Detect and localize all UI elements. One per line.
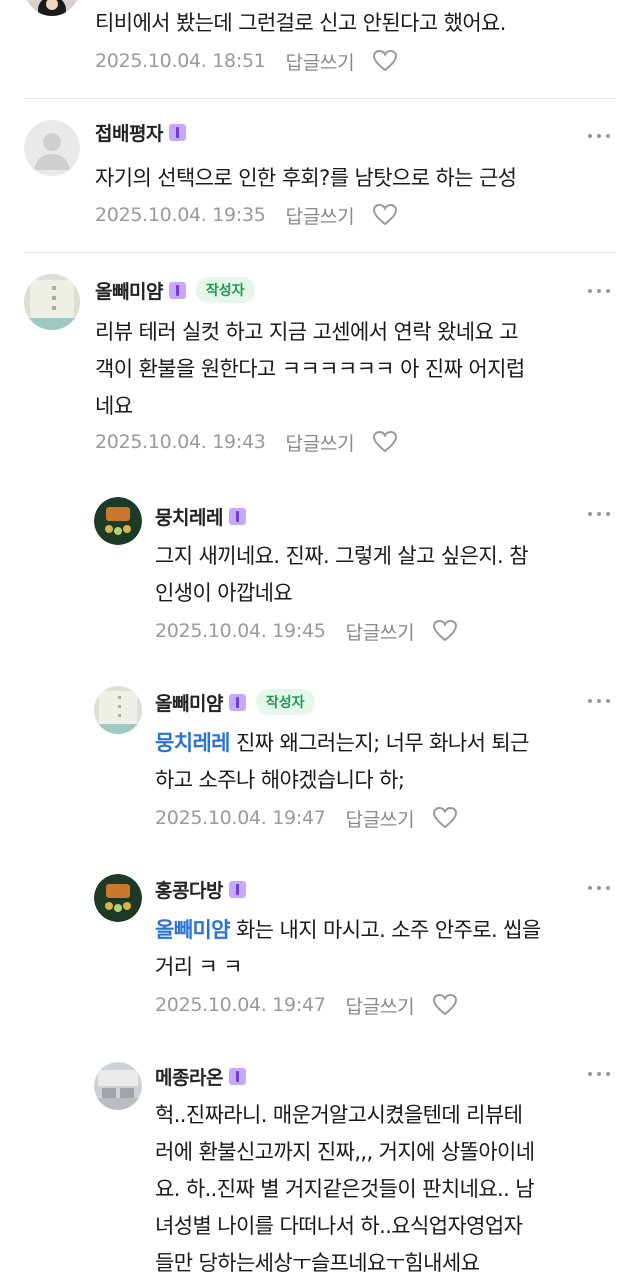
- heart-icon[interactable]: [372, 203, 398, 227]
- text-line: 네요: [95, 394, 133, 418]
- level-badge-icon: [228, 507, 246, 525]
- reply-button[interactable]: 답글쓰기: [346, 805, 415, 832]
- comment-header: 메종라온: [155, 1062, 246, 1090]
- comment-meta: 2025.10.04. 19:45 답글쓰기: [155, 616, 458, 646]
- comment-date: 2025.10.04. 18:51: [95, 50, 266, 72]
- nickname[interactable]: 올빼미얌: [95, 277, 163, 304]
- heart-icon[interactable]: [432, 619, 458, 643]
- comment-text: 리뷰 테러 실컷 하고 지금 고센에서 연락 왔네요 고 객이 환불을 원한다고…: [95, 314, 620, 425]
- reply-button[interactable]: 답글쓰기: [346, 618, 415, 645]
- level-badge-icon: [168, 281, 186, 299]
- comment-text: 헉..진짜라니. 매운거알고시켰을텐데 리뷰테 러에 환불신고까지 진짜,,, …: [155, 1097, 625, 1280]
- text-line: 요. 하..진짜 별 거지같은것들이 판치네요.. 남: [155, 1177, 535, 1201]
- heart-icon[interactable]: [372, 49, 398, 73]
- nickname[interactable]: 올빼미얌: [155, 689, 223, 716]
- text-line: 러에 환불신고까지 진짜,,, 거지에 상똘아이네: [155, 1140, 535, 1164]
- avatar[interactable]: [24, 274, 80, 330]
- avatar[interactable]: [24, 120, 80, 176]
- comment-text: 자기의 선택으로 인한 후회?를 남탓으로 하는 근성: [95, 166, 517, 190]
- avatar[interactable]: [94, 1062, 142, 1110]
- text-line: 녀성별 나이를 다떠나서 하..요식업자영업자: [155, 1214, 523, 1238]
- reply-button[interactable]: 답글쓰기: [286, 48, 355, 75]
- more-options-icon[interactable]: [588, 699, 610, 705]
- comment-date: 2025.10.04. 19:45: [155, 620, 326, 642]
- heart-icon[interactable]: [372, 430, 398, 454]
- comment-header: 뭉치레레: [155, 502, 246, 530]
- comment-date: 2025.10.04. 19:43: [95, 431, 266, 453]
- text-line: 들만 당하는세상ㅜ슬프네요ㅜ힘내세요: [155, 1251, 480, 1275]
- avatar[interactable]: [94, 686, 142, 734]
- comment-text: 티비에서 봤는데 그런걸로 신고 안된다고 했어요.: [95, 11, 506, 35]
- comment-meta: 2025.10.04. 18:51 답글쓰기: [95, 46, 398, 76]
- level-badge-icon: [168, 123, 186, 141]
- text-line: 하고 소주나 해야겠습니다 하;: [155, 768, 405, 792]
- heart-icon[interactable]: [432, 806, 458, 830]
- text-line: 진짜 왜그러는지; 너무 화나서 퇴근: [229, 731, 529, 755]
- level-badge-icon: [228, 1067, 246, 1085]
- more-options-icon[interactable]: [588, 289, 610, 295]
- comment-meta: 2025.10.04. 19:35 답글쓰기: [95, 200, 398, 230]
- comment-text: 올빼미얌 화는 내지 마시고. 소주 안주로. 씹을 거리 ㅋ ㅋ: [155, 912, 620, 986]
- comment-meta: 2025.10.04. 19:47 답글쓰기: [155, 803, 458, 833]
- avatar[interactable]: [94, 497, 142, 545]
- avatar[interactable]: [24, 0, 80, 16]
- comment-date: 2025.10.04. 19:47: [155, 994, 326, 1016]
- comment-date: 2025.10.04. 19:47: [155, 807, 326, 829]
- divider: [24, 252, 616, 253]
- comment-text: 그지 새끼네요. 진짜. 그렇게 살고 싶은지. 참 인생이 아깝네요: [155, 538, 620, 612]
- comment-header: 접배평자: [95, 118, 186, 146]
- comment-date: 2025.10.04. 19:35: [95, 204, 266, 226]
- nickname[interactable]: 뭉치레레: [155, 503, 223, 530]
- comment-text: 뭉치레레 진짜 왜그러는지; 너무 화나서 퇴근 하고 소주나 해야겠습니다 하…: [155, 725, 620, 799]
- text-line: 인생이 아깝네요: [155, 581, 293, 605]
- comment-meta: 2025.10.04. 19:47 답글쓰기: [155, 990, 458, 1020]
- author-badge: 작성자: [195, 277, 255, 303]
- text-line: 객이 환불을 원한다고 ㅋㅋㅋㅋㅋㅋ 아 진짜 어지럽: [95, 357, 525, 381]
- more-options-icon[interactable]: [588, 886, 610, 892]
- nickname[interactable]: 메종라온: [155, 1063, 223, 1090]
- avatar[interactable]: [94, 874, 142, 922]
- more-options-icon[interactable]: [588, 512, 610, 518]
- comment-meta: 2025.10.04. 19:43 답글쓰기: [95, 427, 398, 457]
- more-options-icon[interactable]: [588, 134, 610, 140]
- reply-button[interactable]: 답글쓰기: [346, 992, 415, 1019]
- comment-header: 올빼미얌 작성자: [95, 276, 255, 304]
- level-badge-icon: [228, 880, 246, 898]
- divider: [24, 98, 616, 99]
- reply-button[interactable]: 답글쓰기: [286, 202, 355, 229]
- more-options-icon[interactable]: [588, 1072, 610, 1078]
- text-line: 그지 새끼네요. 진짜. 그렇게 살고 싶은지. 참: [155, 544, 529, 568]
- comment-header: 홍콩다방: [155, 875, 246, 903]
- comment-header: 올빼미얌 작성자: [155, 688, 315, 716]
- text-line: 리뷰 테러 실컷 하고 지금 고센에서 연락 왔네요 고: [95, 320, 519, 344]
- text-line: 화는 내지 마시고. 소주 안주로. 씹을: [229, 918, 541, 942]
- author-badge: 작성자: [255, 689, 315, 715]
- heart-icon[interactable]: [432, 993, 458, 1017]
- text-line: 헉..진짜라니. 매운거알고시켰을텐데 리뷰테: [155, 1103, 523, 1127]
- nickname[interactable]: 접배평자: [95, 119, 163, 146]
- mention-link[interactable]: 올빼미얌: [155, 918, 230, 942]
- level-badge-icon: [228, 693, 246, 711]
- nickname[interactable]: 홍콩다방: [155, 876, 223, 903]
- reply-button[interactable]: 답글쓰기: [286, 429, 355, 456]
- mention-link[interactable]: 뭉치레레: [155, 731, 230, 755]
- text-line: 거리 ㅋ ㅋ: [155, 955, 243, 979]
